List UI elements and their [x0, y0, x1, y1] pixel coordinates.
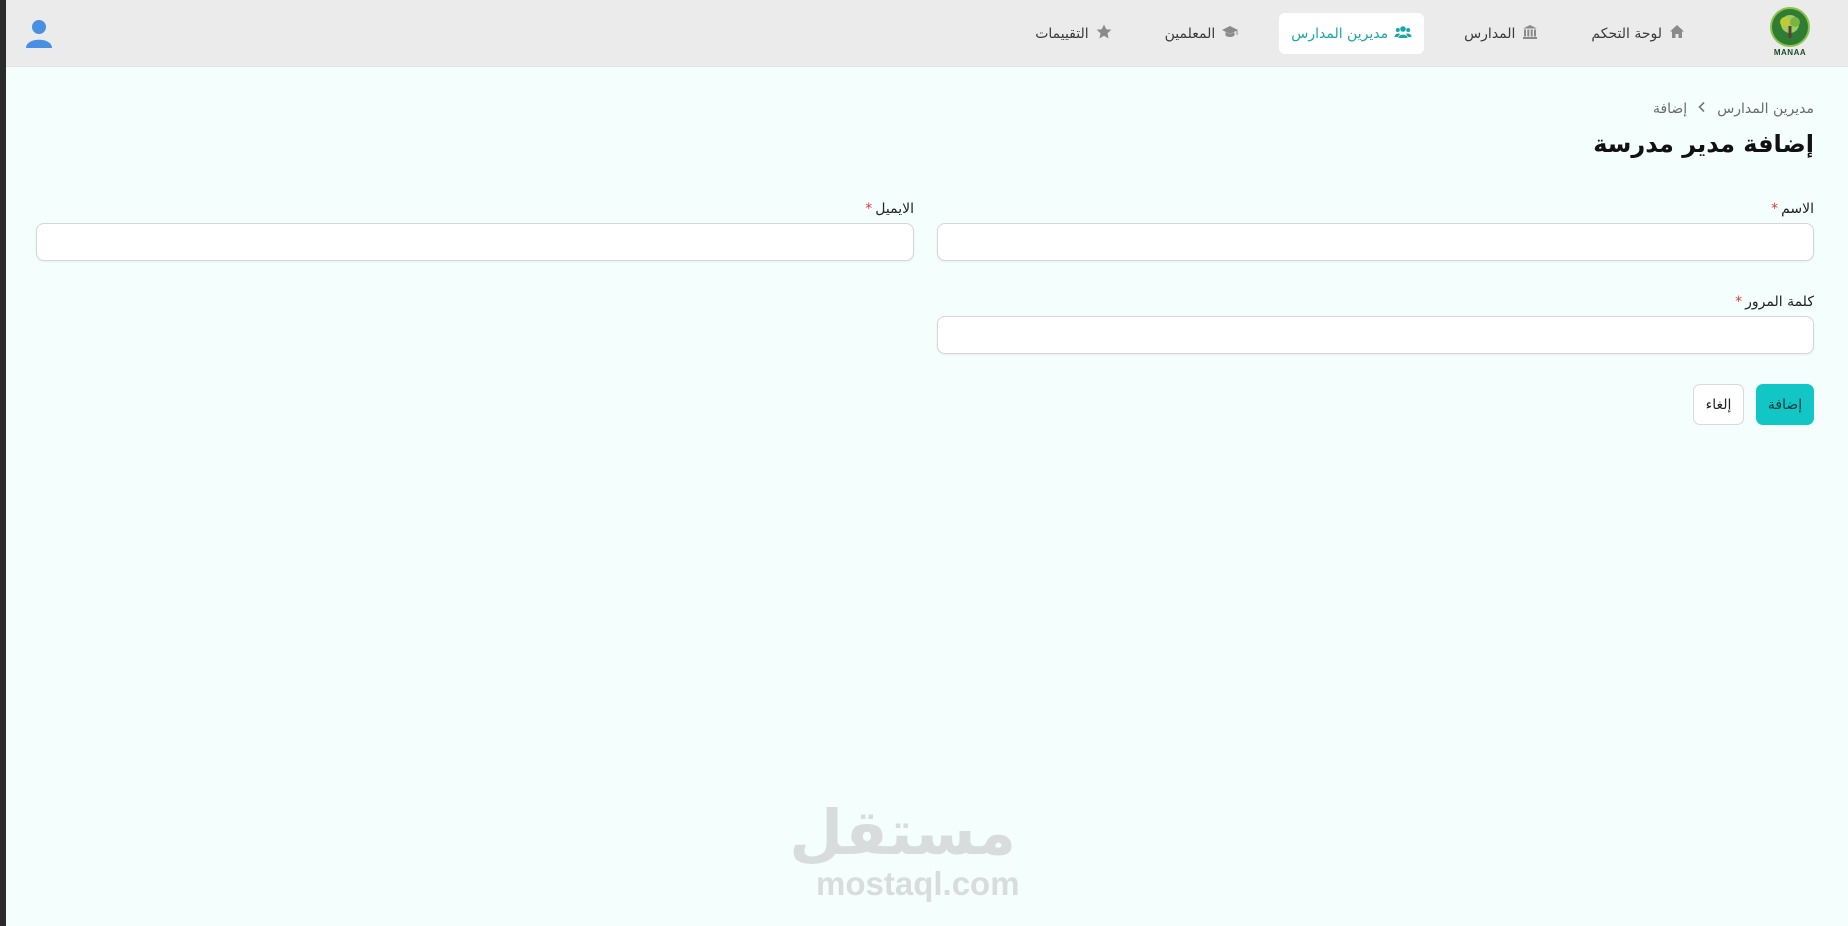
breadcrumb-parent-link[interactable]: مديرين المدارس	[1717, 101, 1814, 117]
users-icon	[1394, 23, 1412, 45]
tree-logo-icon	[1770, 7, 1810, 47]
chevron-left-icon	[1697, 101, 1707, 117]
cancel-button[interactable]: إلغاء	[1693, 384, 1744, 425]
name-label-text: الاسم	[1781, 201, 1814, 217]
form-actions: إضافة إلغاء	[1693, 384, 1814, 425]
nav-item-dashboard[interactable]: لوحة التحكم	[1579, 13, 1698, 54]
nav-item-schools[interactable]: المدارس	[1452, 13, 1551, 54]
email-label: الايميل *	[36, 198, 914, 220]
watermark-arabic-text: مستقل	[789, 796, 1016, 869]
email-input[interactable]	[36, 223, 914, 261]
email-label-text: الايميل	[875, 201, 914, 217]
top-navbar: MANAA لوحة التحكم المدارس مديرين المدارس	[6, 0, 1848, 67]
add-button[interactable]: إضافة	[1756, 384, 1814, 425]
mostaql-watermark: مستقل mostaql.com	[789, 796, 1020, 910]
breadcrumb-current: إضافة	[1652, 101, 1688, 117]
name-field-group: الاسم *	[937, 198, 1814, 261]
required-mark: *	[865, 201, 873, 217]
password-input[interactable]	[937, 316, 1814, 354]
logo-text: MANAA	[1773, 48, 1807, 57]
nav-item-label: لوحة التحكم	[1591, 25, 1662, 42]
star-icon	[1095, 23, 1113, 45]
name-input[interactable]	[937, 223, 1814, 261]
password-label-text: كلمة المرور	[1745, 294, 1814, 310]
password-field-group: كلمة المرور *	[937, 291, 1814, 354]
required-mark: *	[1771, 201, 1779, 217]
required-mark: *	[1735, 294, 1743, 310]
nav-item-label: المعلمين	[1164, 25, 1216, 42]
building-columns-icon	[1521, 23, 1539, 45]
app-logo[interactable]: MANAA	[1767, 7, 1813, 61]
nav-item-school-managers[interactable]: مديرين المدارس	[1279, 13, 1425, 54]
app-window: MANAA لوحة التحكم المدارس مديرين المدارس	[6, 0, 1848, 926]
nav-item-evaluations[interactable]: التقييمات	[1023, 13, 1124, 54]
graduation-cap-icon	[1221, 23, 1239, 45]
name-label: الاسم *	[937, 198, 1814, 220]
page-title: إضافة مدير مدرسة	[1593, 130, 1814, 158]
password-label: كلمة المرور *	[937, 291, 1814, 313]
nav-item-label: مديرين المدارس	[1291, 25, 1389, 42]
watermark-latin-text: mostaql.com	[816, 865, 1020, 902]
email-field-group: الايميل *	[36, 198, 914, 261]
nav-item-teachers[interactable]: المعلمين	[1153, 13, 1252, 54]
nav-item-label: التقييمات	[1035, 25, 1089, 42]
main-nav: لوحة التحكم المدارس مديرين المدارس المعل…	[1023, 13, 1698, 54]
home-icon	[1668, 23, 1686, 45]
main-content: مديرين المدارس إضافة إضافة مدير مدرسة ال…	[36, 96, 1814, 425]
user-icon	[24, 20, 54, 54]
breadcrumb: مديرين المدارس إضافة	[36, 96, 1814, 122]
user-avatar-button[interactable]	[24, 18, 54, 50]
nav-item-label: المدارس	[1464, 25, 1516, 42]
